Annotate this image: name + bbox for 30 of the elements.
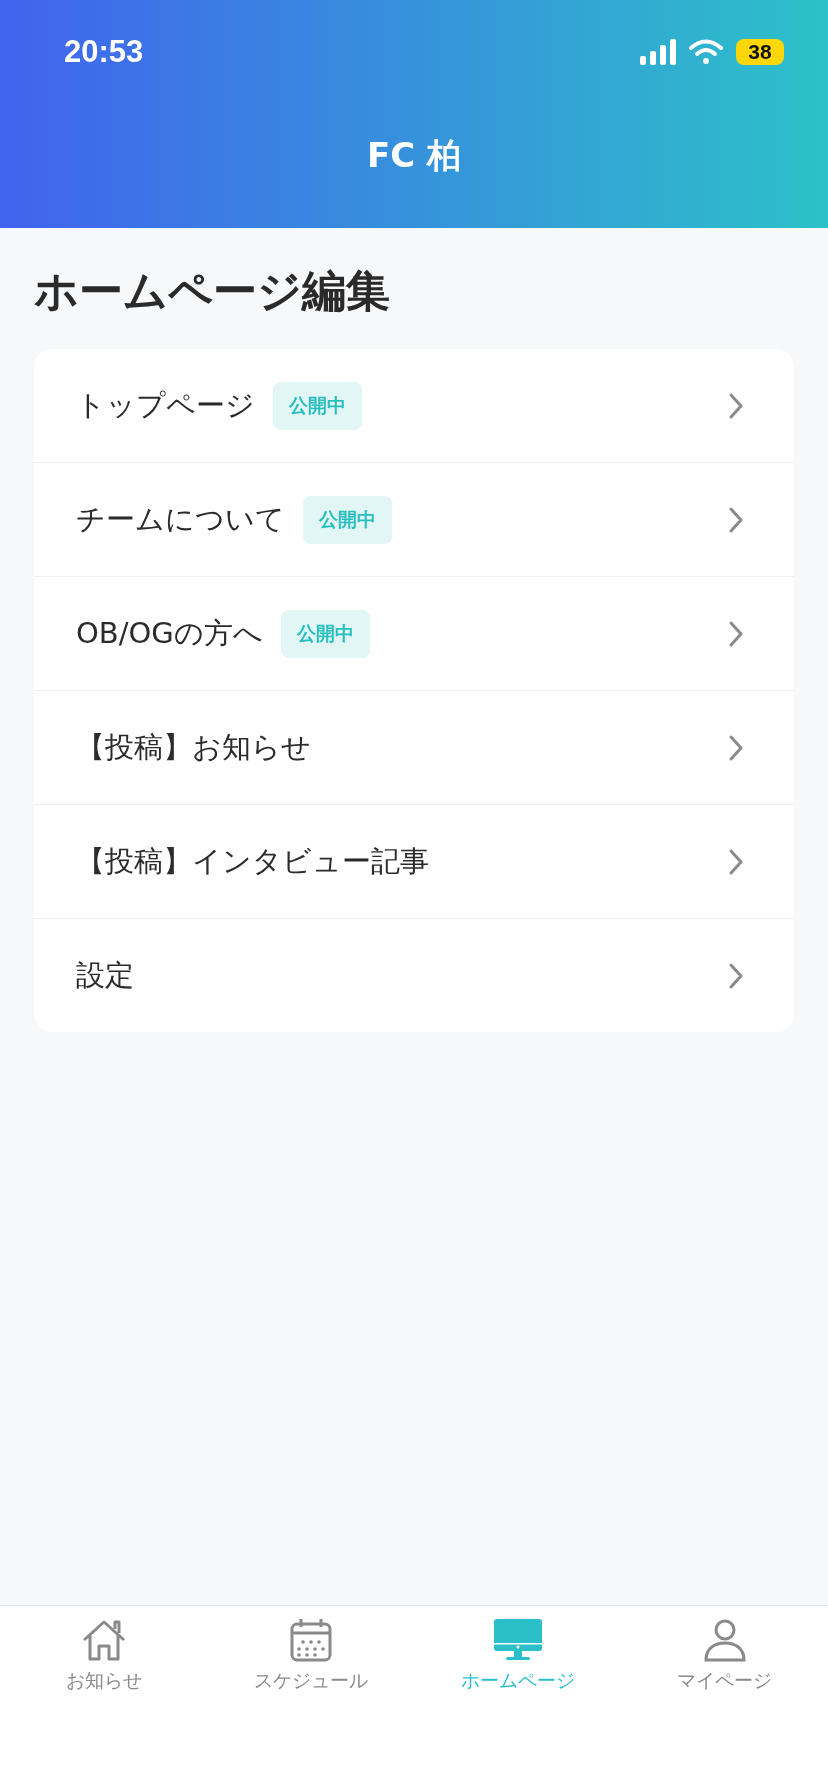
tab[interactable]: スケジュール <box>207 1616 414 1792</box>
menu-item-label: チームについて <box>76 500 285 538</box>
status-badge: 公開中 <box>273 381 362 430</box>
menu-item[interactable]: 【投稿】インタビュー記事 <box>34 804 794 918</box>
app-title: FC 柏 <box>367 134 461 177</box>
chevron-right-icon <box>728 733 744 762</box>
chevron-right-icon <box>728 391 744 420</box>
menu-item[interactable]: OB/OGの方へ 公開中 <box>34 576 794 690</box>
chevron-right-icon <box>728 619 744 648</box>
menu-item-label: OB/OGの方へ <box>76 614 263 652</box>
menu-item[interactable]: トップページ 公開中 <box>34 349 794 462</box>
status-time: 20:53 <box>64 34 144 70</box>
status-badge: 公開中 <box>280 609 370 658</box>
chevron-right-icon <box>728 847 744 876</box>
status-badge: 公開中 <box>303 495 392 544</box>
chevron-right-icon <box>728 961 744 990</box>
menu-item[interactable]: 【投稿】お知らせ <box>34 690 794 804</box>
battery-indicator: 38 <box>736 39 784 65</box>
signal-icon <box>640 39 676 65</box>
menu-item-label: 【投稿】お知らせ <box>76 728 311 766</box>
menu-item[interactable]: 設定 <box>34 918 794 1032</box>
tab[interactable]: お知らせ <box>0 1616 207 1792</box>
menu-item-label: トップページ <box>76 386 255 424</box>
menu-item-label: 設定 <box>76 956 134 994</box>
page-title: ホームページ編集 <box>34 264 391 318</box>
menu-item[interactable]: チームについて 公開中 <box>34 462 794 576</box>
chevron-right-icon <box>728 505 744 534</box>
wifi-icon <box>688 39 724 65</box>
menu-item-label: 【投稿】インタビュー記事 <box>76 842 429 880</box>
tab[interactable]: マイページ <box>621 1616 828 1792</box>
